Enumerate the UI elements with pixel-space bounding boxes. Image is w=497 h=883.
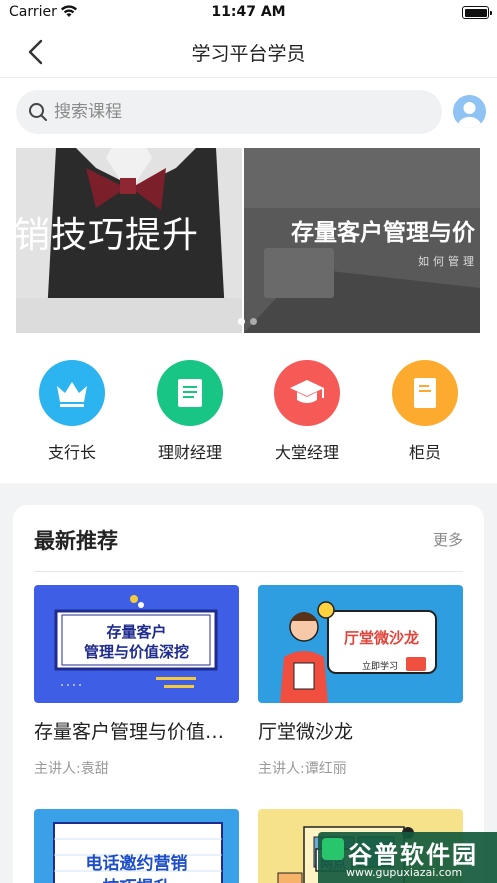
scroll-icon [178,379,202,407]
graduation-cap-icon [290,380,324,403]
course-thumbnail: 厅堂微沙龙 立即学习 [258,585,463,703]
top-area: 销技巧提升 存量客户管理与价 如何管理 支行长 [0,78,497,483]
clock: 11:47 AM [211,4,286,20]
category-wealth-manager[interactable]: 理财经理 [140,360,240,463]
category-branch-manager[interactable]: 支行长 [22,360,122,463]
category-icon-circle [274,360,340,426]
course-title: 存量客户管理与价值深挖 [34,721,239,743]
course-thumbnail: 电话邀约营销 技巧提升 [34,809,239,883]
category-teller[interactable]: 柜员 [375,360,475,463]
course-title: 厅堂微沙龙 [258,721,354,743]
recommend-section: 最新推荐 更多 存量客户 管理与价值深挖 存量客户管理与价值深挖 主讲人:袁甜 [13,505,484,883]
banner-slide[interactable]: 存量客户管理与价 如何管理 [244,148,480,333]
banner-slide-text: 存量客户管理与价 [291,220,475,246]
thumb-title-line: 技巧提升 [34,873,239,883]
course-card[interactable]: 电话邀约营销 技巧提升 [34,809,239,883]
avatar[interactable] [453,95,486,128]
divider [34,571,463,572]
banner-slide-subtext: 如何管理 [418,255,478,268]
category-label: 支行长 [47,443,96,462]
crown-icon [57,382,87,407]
nav-bar: 学习平台学员 [0,26,497,78]
search-bar[interactable] [16,90,442,134]
course-card[interactable]: 厅堂微沙龙 立即学习 厅堂微沙龙 主讲人:谭红丽 [258,585,463,778]
category-icon-circle [39,360,105,426]
thumb-title-line: 电话邀约营销 [85,854,188,874]
section-title: 最新推荐 [34,529,118,553]
page-title: 学习平台学员 [191,43,306,65]
carousel-pagination [238,310,262,329]
thumb-title-line: 管理与价值深挖 [83,643,189,661]
thumb-title: 厅堂微沙龙 [344,629,420,647]
status-bar: Carrier 11:47 AM [0,0,497,26]
pagination-dot-active[interactable] [238,318,245,325]
watermark: 谷普软件园 www.gupuxiazai.com [318,832,497,883]
banner-slide[interactable]: 销技巧提升 [16,148,242,333]
category-label: 理财经理 [157,443,222,462]
user-avatar-icon [453,95,486,128]
thumb-button: 立即学习 [362,662,399,672]
battery-icon [462,6,492,19]
thumb-title-line: 存量客户 [106,623,167,641]
category-label: 大堂经理 [274,443,339,462]
more-link[interactable]: 更多 [433,529,463,550]
banner-slide-text: 销技巧提升 [16,215,200,256]
search-icon [29,103,47,121]
category-icon-circle [392,360,458,426]
watermark-url: www.gupuxiazai.com [346,866,463,879]
course-card[interactable]: 存量客户 管理与价值深挖 存量客户管理与价值深挖 主讲人:袁甜 [34,585,239,778]
watermark-logo-icon [322,838,344,860]
banner-carousel[interactable]: 销技巧提升 存量客户管理与价 如何管理 [16,148,480,333]
pagination-dot[interactable] [250,318,257,325]
course-teacher: 主讲人:袁甜 [34,761,109,777]
category-label: 柜员 [408,443,441,462]
search-input[interactable] [54,90,414,134]
document-icon [414,378,436,408]
category-lobby-manager[interactable]: 大堂经理 [257,360,357,463]
course-teacher: 主讲人:谭红丽 [258,761,347,777]
watermark-title: 谷普软件园 [348,841,478,869]
category-icon-circle [157,360,223,426]
course-thumbnail: 存量客户 管理与价值深挖 [34,585,239,703]
